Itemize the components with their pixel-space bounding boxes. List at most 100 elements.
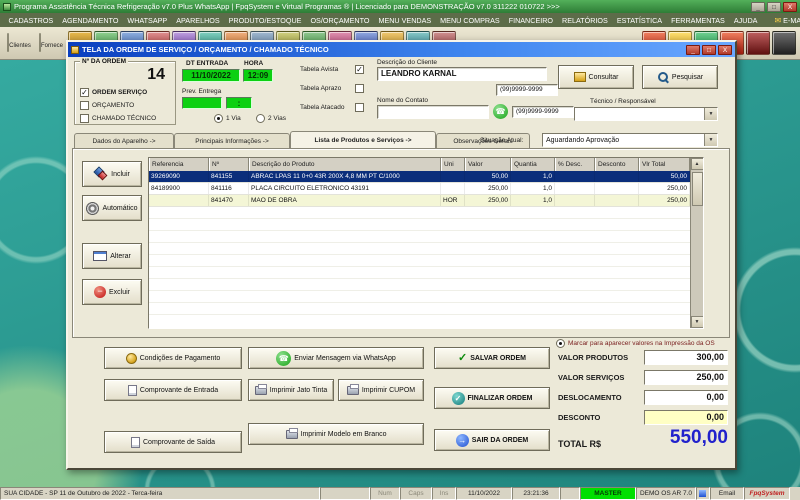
tabela-aprazo-label: Tabela Aprazo: [300, 85, 342, 92]
menu-item-produto-estoque[interactable]: PRODUTO/ESTOQUE: [224, 16, 306, 25]
table-header: Referencia Nº Descrição do Produto Uni V…: [149, 158, 703, 171]
screen: Programa Assistência Técnica Refrigeraçã…: [0, 0, 800, 500]
salvar-ordem-button[interactable]: ✓ SALVAR ORDEM: [434, 347, 550, 369]
imprimir-modelo-branco-button[interactable]: Imprimir Modelo em Branco: [248, 423, 424, 445]
excluir-button[interactable]: − Excluir: [82, 279, 142, 305]
products-table[interactable]: Referencia Nº Descrição do Produto Uni V…: [148, 157, 704, 329]
scrollbar-thumb[interactable]: [691, 172, 703, 206]
checkbox-tabela-aprazo[interactable]: [355, 84, 364, 93]
toolbar-button[interactable]: [746, 31, 770, 55]
menu-item-menu-compras[interactable]: MENU COMPRAS: [436, 16, 505, 25]
hora-field[interactable]: 12:09: [243, 69, 273, 82]
comprovante-entrada-button[interactable]: Comprovante de Entrada: [104, 379, 242, 401]
situacao-combo[interactable]: Aguardando Aprovação ▼: [542, 133, 718, 147]
checkbox-chamado-tecnico-label: CHAMADO TÉCNICO: [92, 115, 157, 122]
dt-entrada-field[interactable]: 11/10/2022: [182, 69, 240, 82]
menu-item-os-orcamento[interactable]: OS/ORÇAMENTO: [306, 16, 374, 25]
app-close-button[interactable]: X: [783, 1, 797, 12]
radio-2-vias[interactable]: [256, 114, 265, 123]
finalizar-ordem-button[interactable]: ✓ FINALIZAR ORDEM: [434, 387, 550, 409]
toolbar-button[interactable]: [772, 31, 796, 55]
menu-item-menu-vendas[interactable]: MENU VENDAS: [374, 16, 436, 25]
combo-arrow-icon: ▼: [704, 134, 717, 146]
status-brand-segment: FpqSystem: [744, 487, 790, 500]
toolbar-button-fornecedores[interactable]: Fornece: [36, 33, 66, 52]
whatsapp-icon[interactable]: ☎: [493, 104, 508, 119]
window-minimize-button[interactable]: _: [686, 44, 700, 55]
status-date: 11/10/2022: [456, 487, 512, 500]
imprimir-cupom-button[interactable]: Imprimir CUPOM: [338, 379, 424, 401]
menu-item-whatsapp[interactable]: WHATSAPP: [123, 16, 172, 25]
menubar: CADASTROS AGENDAMENTO WHATSAPP APARELHOS…: [0, 13, 800, 27]
table-vertical-scrollbar[interactable]: ▲ ▼: [690, 158, 703, 328]
menu-item-cadastros[interactable]: CADASTROS: [4, 16, 58, 25]
contato-input[interactable]: [377, 105, 489, 119]
condicoes-pagamento-button[interactable]: Condições de Pagamento: [104, 347, 242, 369]
checkbox-ordem-servico-label: ORDEM SERVIÇO: [92, 89, 148, 96]
document-icon: [127, 384, 137, 396]
status-caps: Caps: [400, 487, 432, 500]
window-close-button[interactable]: X: [718, 44, 732, 55]
consultar-button[interactable]: Consultar: [558, 65, 634, 89]
tabela-avista-label: Tabela Avista: [300, 66, 339, 73]
app-maximize-button[interactable]: □: [767, 1, 781, 12]
tecnico-combo[interactable]: ▼: [574, 107, 718, 121]
fone2-field[interactable]: (99)9999-9999: [512, 106, 574, 118]
comprovante-saida-button[interactable]: Comprovante de Saída: [104, 431, 242, 453]
tab-lista-produtos-servicos[interactable]: Lista de Produtos e Serviços ->: [290, 131, 436, 148]
checkbox-tabela-avista[interactable]: ✓: [355, 65, 364, 74]
menu-item-agendamento[interactable]: AGENDAMENTO: [58, 16, 123, 25]
table-row[interactable]: 84189900 841116 PLACA CIRCUITO ELETRONIC…: [149, 183, 703, 195]
status-spacer: [320, 487, 370, 500]
desconto-value[interactable]: 0,00: [644, 410, 728, 425]
sair-ordem-button[interactable]: → SAIR DA ORDEM: [434, 429, 550, 451]
app-minimize-button[interactable]: _: [751, 1, 765, 12]
automatic-icon: [86, 201, 100, 215]
menu-item-ferramentas[interactable]: FERRAMENTAS: [667, 16, 730, 25]
menu-item-email[interactable]: ✉ E-MAIL: [770, 16, 800, 25]
tab-dados-aparelho[interactable]: Dados do Aparelho ->: [74, 133, 174, 148]
tab-principais-informacoes[interactable]: Principais Informações ->: [174, 133, 290, 148]
window-maximize-button[interactable]: □: [702, 44, 716, 55]
scroll-up-icon[interactable]: ▲: [690, 158, 703, 170]
table-row[interactable]: 841470 MAO DE OBRA HOR 250,00 1,0 250,00: [149, 195, 703, 207]
edit-icon: [93, 251, 108, 261]
scroll-down-icon[interactable]: ▼: [690, 316, 703, 328]
table-row[interactable]: 39269090 841155 ABRAC LPAS 11 0+0 43R 20…: [149, 171, 703, 183]
radio-1-via[interactable]: [214, 114, 223, 123]
checkbox-tabela-atacado[interactable]: [355, 103, 364, 112]
check-icon: ✓: [458, 351, 468, 364]
deslocamento-label: DESLOCAMENTO: [558, 393, 622, 402]
menu-item-relatorios[interactable]: RELATÓRIOS: [558, 16, 613, 25]
menu-item-estatistica[interactable]: ESTATÍSTICA: [612, 16, 666, 25]
menu-item-financeiro[interactable]: FINANCEIRO: [504, 16, 557, 25]
tabela-atacado-label: Tabela Atacado: [300, 104, 345, 111]
print-values-radio[interactable]: [556, 339, 565, 348]
imprimir-jato-tinta-button[interactable]: Imprimir Jato Tinta: [248, 379, 334, 401]
printer-icon: [254, 383, 267, 395]
tecnico-label: Técnico / Responsável: [590, 98, 656, 105]
pesquisar-button[interactable]: Pesquisar: [642, 65, 718, 89]
checkbox-orcamento[interactable]: [80, 101, 89, 110]
menu-item-aparelhos[interactable]: APARELHOS: [172, 16, 224, 25]
hora-label: HORA: [244, 60, 264, 67]
checkbox-chamado-tecnico[interactable]: [80, 114, 89, 123]
status-time: 23:21:36: [512, 487, 560, 500]
cliente-input[interactable]: LEANDRO KARNAL: [377, 67, 547, 81]
prev-entrega-time-field[interactable]: :: [226, 97, 252, 109]
toolbar-button-clientes[interactable]: Clientes: [4, 33, 34, 52]
status-email[interactable]: Email: [710, 487, 744, 500]
coin-icon: [125, 352, 137, 364]
app-titlebar: Programa Assistência Técnica Refrigeraçã…: [0, 0, 800, 13]
alterar-button[interactable]: Alterar: [82, 243, 142, 269]
incluir-button[interactable]: Incluir: [82, 161, 142, 187]
status-brand: FpqSystem: [749, 490, 785, 497]
checkbox-ordem-servico[interactable]: ✓: [80, 88, 89, 97]
status-icon-segment: [696, 487, 710, 500]
fone1-field[interactable]: (99)9999-9999: [496, 84, 558, 96]
menu-item-ajuda[interactable]: AJUDA: [729, 16, 762, 25]
automatico-button[interactable]: Automático: [82, 195, 142, 221]
enviar-whatsapp-button[interactable]: ☎ Enviar Mensagem via WhatsApp: [248, 347, 424, 369]
prev-entrega-date-field[interactable]: [182, 97, 222, 109]
print-values-note: Marcar para aparecer valores na Impressã…: [568, 340, 715, 347]
